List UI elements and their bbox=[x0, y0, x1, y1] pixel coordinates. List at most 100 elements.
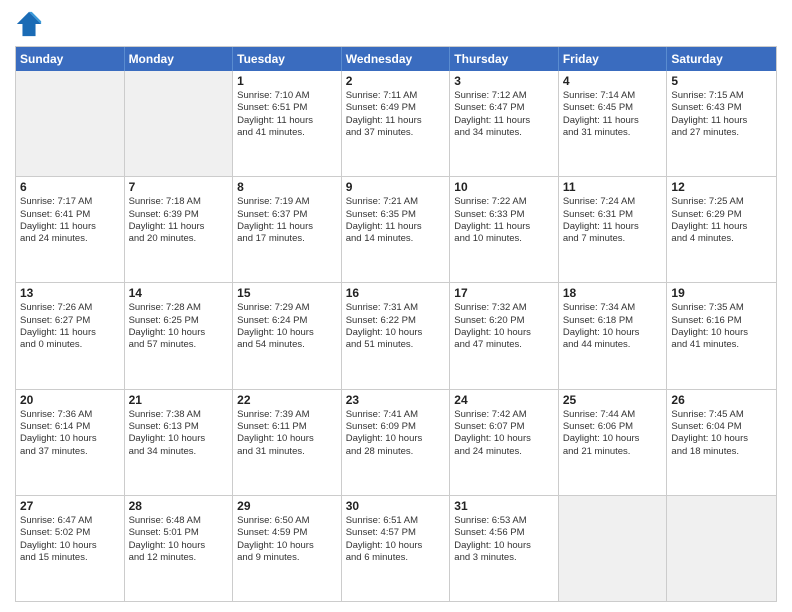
cell-line: Sunset: 6:39 PM bbox=[129, 209, 229, 221]
day-number: 25 bbox=[563, 393, 663, 407]
cell-line: and 51 minutes. bbox=[346, 339, 446, 351]
cell-line: Sunrise: 7:25 AM bbox=[671, 196, 772, 208]
cell-line: Daylight: 10 hours bbox=[20, 433, 120, 445]
cell-line: Sunset: 6:11 PM bbox=[237, 421, 337, 433]
calendar-cell-3-0: 20Sunrise: 7:36 AMSunset: 6:14 PMDayligh… bbox=[16, 390, 125, 495]
day-number: 7 bbox=[129, 180, 229, 194]
cell-line: Sunrise: 7:15 AM bbox=[671, 90, 772, 102]
cell-line: and 24 minutes. bbox=[20, 233, 120, 245]
day-number: 17 bbox=[454, 286, 554, 300]
day-number: 20 bbox=[20, 393, 120, 407]
cell-line: Sunset: 6:51 PM bbox=[237, 102, 337, 114]
header-day-tuesday: Tuesday bbox=[233, 47, 342, 71]
calendar-header: SundayMondayTuesdayWednesdayThursdayFrid… bbox=[16, 47, 776, 71]
cell-line: Sunrise: 7:18 AM bbox=[129, 196, 229, 208]
cell-line: and 37 minutes. bbox=[346, 127, 446, 139]
day-number: 14 bbox=[129, 286, 229, 300]
cell-line: Daylight: 11 hours bbox=[237, 221, 337, 233]
calendar-cell-2-0: 13Sunrise: 7:26 AMSunset: 6:27 PMDayligh… bbox=[16, 283, 125, 388]
calendar-row-2: 13Sunrise: 7:26 AMSunset: 6:27 PMDayligh… bbox=[16, 282, 776, 388]
cell-line: Sunset: 6:47 PM bbox=[454, 102, 554, 114]
header-day-wednesday: Wednesday bbox=[342, 47, 451, 71]
cell-line: Daylight: 10 hours bbox=[129, 433, 229, 445]
day-number: 6 bbox=[20, 180, 120, 194]
cell-line: Daylight: 10 hours bbox=[346, 540, 446, 552]
cell-line: Sunset: 6:41 PM bbox=[20, 209, 120, 221]
calendar-cell-2-3: 16Sunrise: 7:31 AMSunset: 6:22 PMDayligh… bbox=[342, 283, 451, 388]
cell-line: Daylight: 10 hours bbox=[671, 433, 772, 445]
logo-icon bbox=[15, 10, 43, 38]
cell-line: Sunset: 5:01 PM bbox=[129, 527, 229, 539]
cell-line: Sunrise: 6:50 AM bbox=[237, 515, 337, 527]
cell-line: Daylight: 11 hours bbox=[346, 221, 446, 233]
header-day-sunday: Sunday bbox=[16, 47, 125, 71]
cell-line: Daylight: 10 hours bbox=[563, 327, 663, 339]
cell-line: Daylight: 10 hours bbox=[237, 540, 337, 552]
cell-line: Sunset: 4:56 PM bbox=[454, 527, 554, 539]
cell-line: Sunrise: 6:48 AM bbox=[129, 515, 229, 527]
cell-line: Daylight: 10 hours bbox=[454, 433, 554, 445]
cell-line: Sunrise: 7:44 AM bbox=[563, 409, 663, 421]
calendar-cell-1-6: 12Sunrise: 7:25 AMSunset: 6:29 PMDayligh… bbox=[667, 177, 776, 282]
cell-line: Daylight: 11 hours bbox=[20, 327, 120, 339]
cell-line: Sunrise: 7:21 AM bbox=[346, 196, 446, 208]
cell-line: Sunrise: 7:36 AM bbox=[20, 409, 120, 421]
calendar-cell-4-2: 29 Sunrise: 6:50 AMSunset: 4:59 PMDayligh… bbox=[233, 496, 342, 601]
day-number: 16 bbox=[346, 286, 446, 300]
cell-line: and 18 minutes. bbox=[671, 446, 772, 458]
cell-line: and 21 minutes. bbox=[563, 446, 663, 458]
cell-line: Sunrise: 7:32 AM bbox=[454, 302, 554, 314]
day-number: 12 bbox=[671, 180, 772, 194]
cell-line: Daylight: 10 hours bbox=[129, 540, 229, 552]
day-number: 30 bbox=[346, 499, 446, 513]
cell-line: Sunrise: 7:45 AM bbox=[671, 409, 772, 421]
cell-line: Sunset: 6:24 PM bbox=[237, 315, 337, 327]
cell-line: and 12 minutes. bbox=[129, 552, 229, 564]
cell-line: Sunrise: 6:51 AM bbox=[346, 515, 446, 527]
cell-line: Sunrise: 7:17 AM bbox=[20, 196, 120, 208]
calendar-row-1: 6 Sunrise: 7:17 AMSunset: 6:41 PM Daylight… bbox=[16, 176, 776, 282]
calendar-cell-4-4: 31Sunrise: 6:53 AMSunset: 4:56 PMDayligh… bbox=[450, 496, 559, 601]
day-number: 28 bbox=[129, 499, 229, 513]
cell-line: and 31 minutes. bbox=[563, 127, 663, 139]
calendar-row-0: 1Sunrise: 7:10 AMSunset: 6:51 PMDaylight… bbox=[16, 71, 776, 176]
cell-line: Daylight: 10 hours bbox=[671, 327, 772, 339]
cell-line: Sunrise: 7:24 AM bbox=[563, 196, 663, 208]
day-number: 2 bbox=[346, 74, 446, 88]
day-number: 22 bbox=[237, 393, 337, 407]
cell-line: and 54 minutes. bbox=[237, 339, 337, 351]
cell-line: Sunset: 6:49 PM bbox=[346, 102, 446, 114]
cell-line: and 7 minutes. bbox=[563, 233, 663, 245]
cell-line: Sunset: 6:13 PM bbox=[129, 421, 229, 433]
calendar-cell-1-5: 11Sunrise: 7:24 AMSunset: 6:31 PMDayligh… bbox=[559, 177, 668, 282]
calendar-cell-0-3: 2Sunrise: 7:11 AMSunset: 6:49 PMDaylight… bbox=[342, 71, 451, 176]
calendar-cell-0-6: 5Sunrise: 7:15 AMSunset: 6:43 PMDaylight… bbox=[667, 71, 776, 176]
cell-line: Sunset: 6:37 PM bbox=[237, 209, 337, 221]
calendar-cell-0-0 bbox=[16, 71, 125, 176]
cell-line: and 37 minutes. bbox=[20, 446, 120, 458]
calendar-cell-4-6 bbox=[667, 496, 776, 601]
cell-line: Sunset: 6:27 PM bbox=[20, 315, 120, 327]
cell-line: and 47 minutes. bbox=[454, 339, 554, 351]
cell-line: Sunset: 6:43 PM bbox=[671, 102, 772, 114]
calendar-body: 1Sunrise: 7:10 AMSunset: 6:51 PMDaylight… bbox=[16, 71, 776, 601]
cell-line: Sunset: 6:09 PM bbox=[346, 421, 446, 433]
cell-line: Sunset: 6:22 PM bbox=[346, 315, 446, 327]
logo bbox=[15, 10, 47, 38]
calendar-cell-4-0: 27Sunrise: 6:47 AMSunset: 5:02 PMDayligh… bbox=[16, 496, 125, 601]
day-number: 29 bbox=[237, 499, 337, 513]
cell-line: and 41 minutes. bbox=[671, 339, 772, 351]
cell-line: and 28 minutes. bbox=[346, 446, 446, 458]
day-number: 1 bbox=[237, 74, 337, 88]
calendar-cell-3-4: 24Sunrise: 7:42 AMSunset: 6:07 PMDayligh… bbox=[450, 390, 559, 495]
cell-line: Sunset: 4:57 PM bbox=[346, 527, 446, 539]
cell-line: Sunset: 6:45 PM bbox=[563, 102, 663, 114]
cell-line: Daylight: 11 hours bbox=[346, 115, 446, 127]
day-number: 27 bbox=[20, 499, 120, 513]
day-number: 10 bbox=[454, 180, 554, 194]
cell-line: Sunset: 4:59 PM bbox=[237, 527, 337, 539]
calendar-cell-3-3: 23Sunrise: 7:41 AMSunset: 6:09 PMDayligh… bbox=[342, 390, 451, 495]
cell-line: Daylight: 10 hours bbox=[346, 327, 446, 339]
cell-line: Sunrise: 7:29 AM bbox=[237, 302, 337, 314]
cell-line: Sunset: 6:33 PM bbox=[454, 209, 554, 221]
